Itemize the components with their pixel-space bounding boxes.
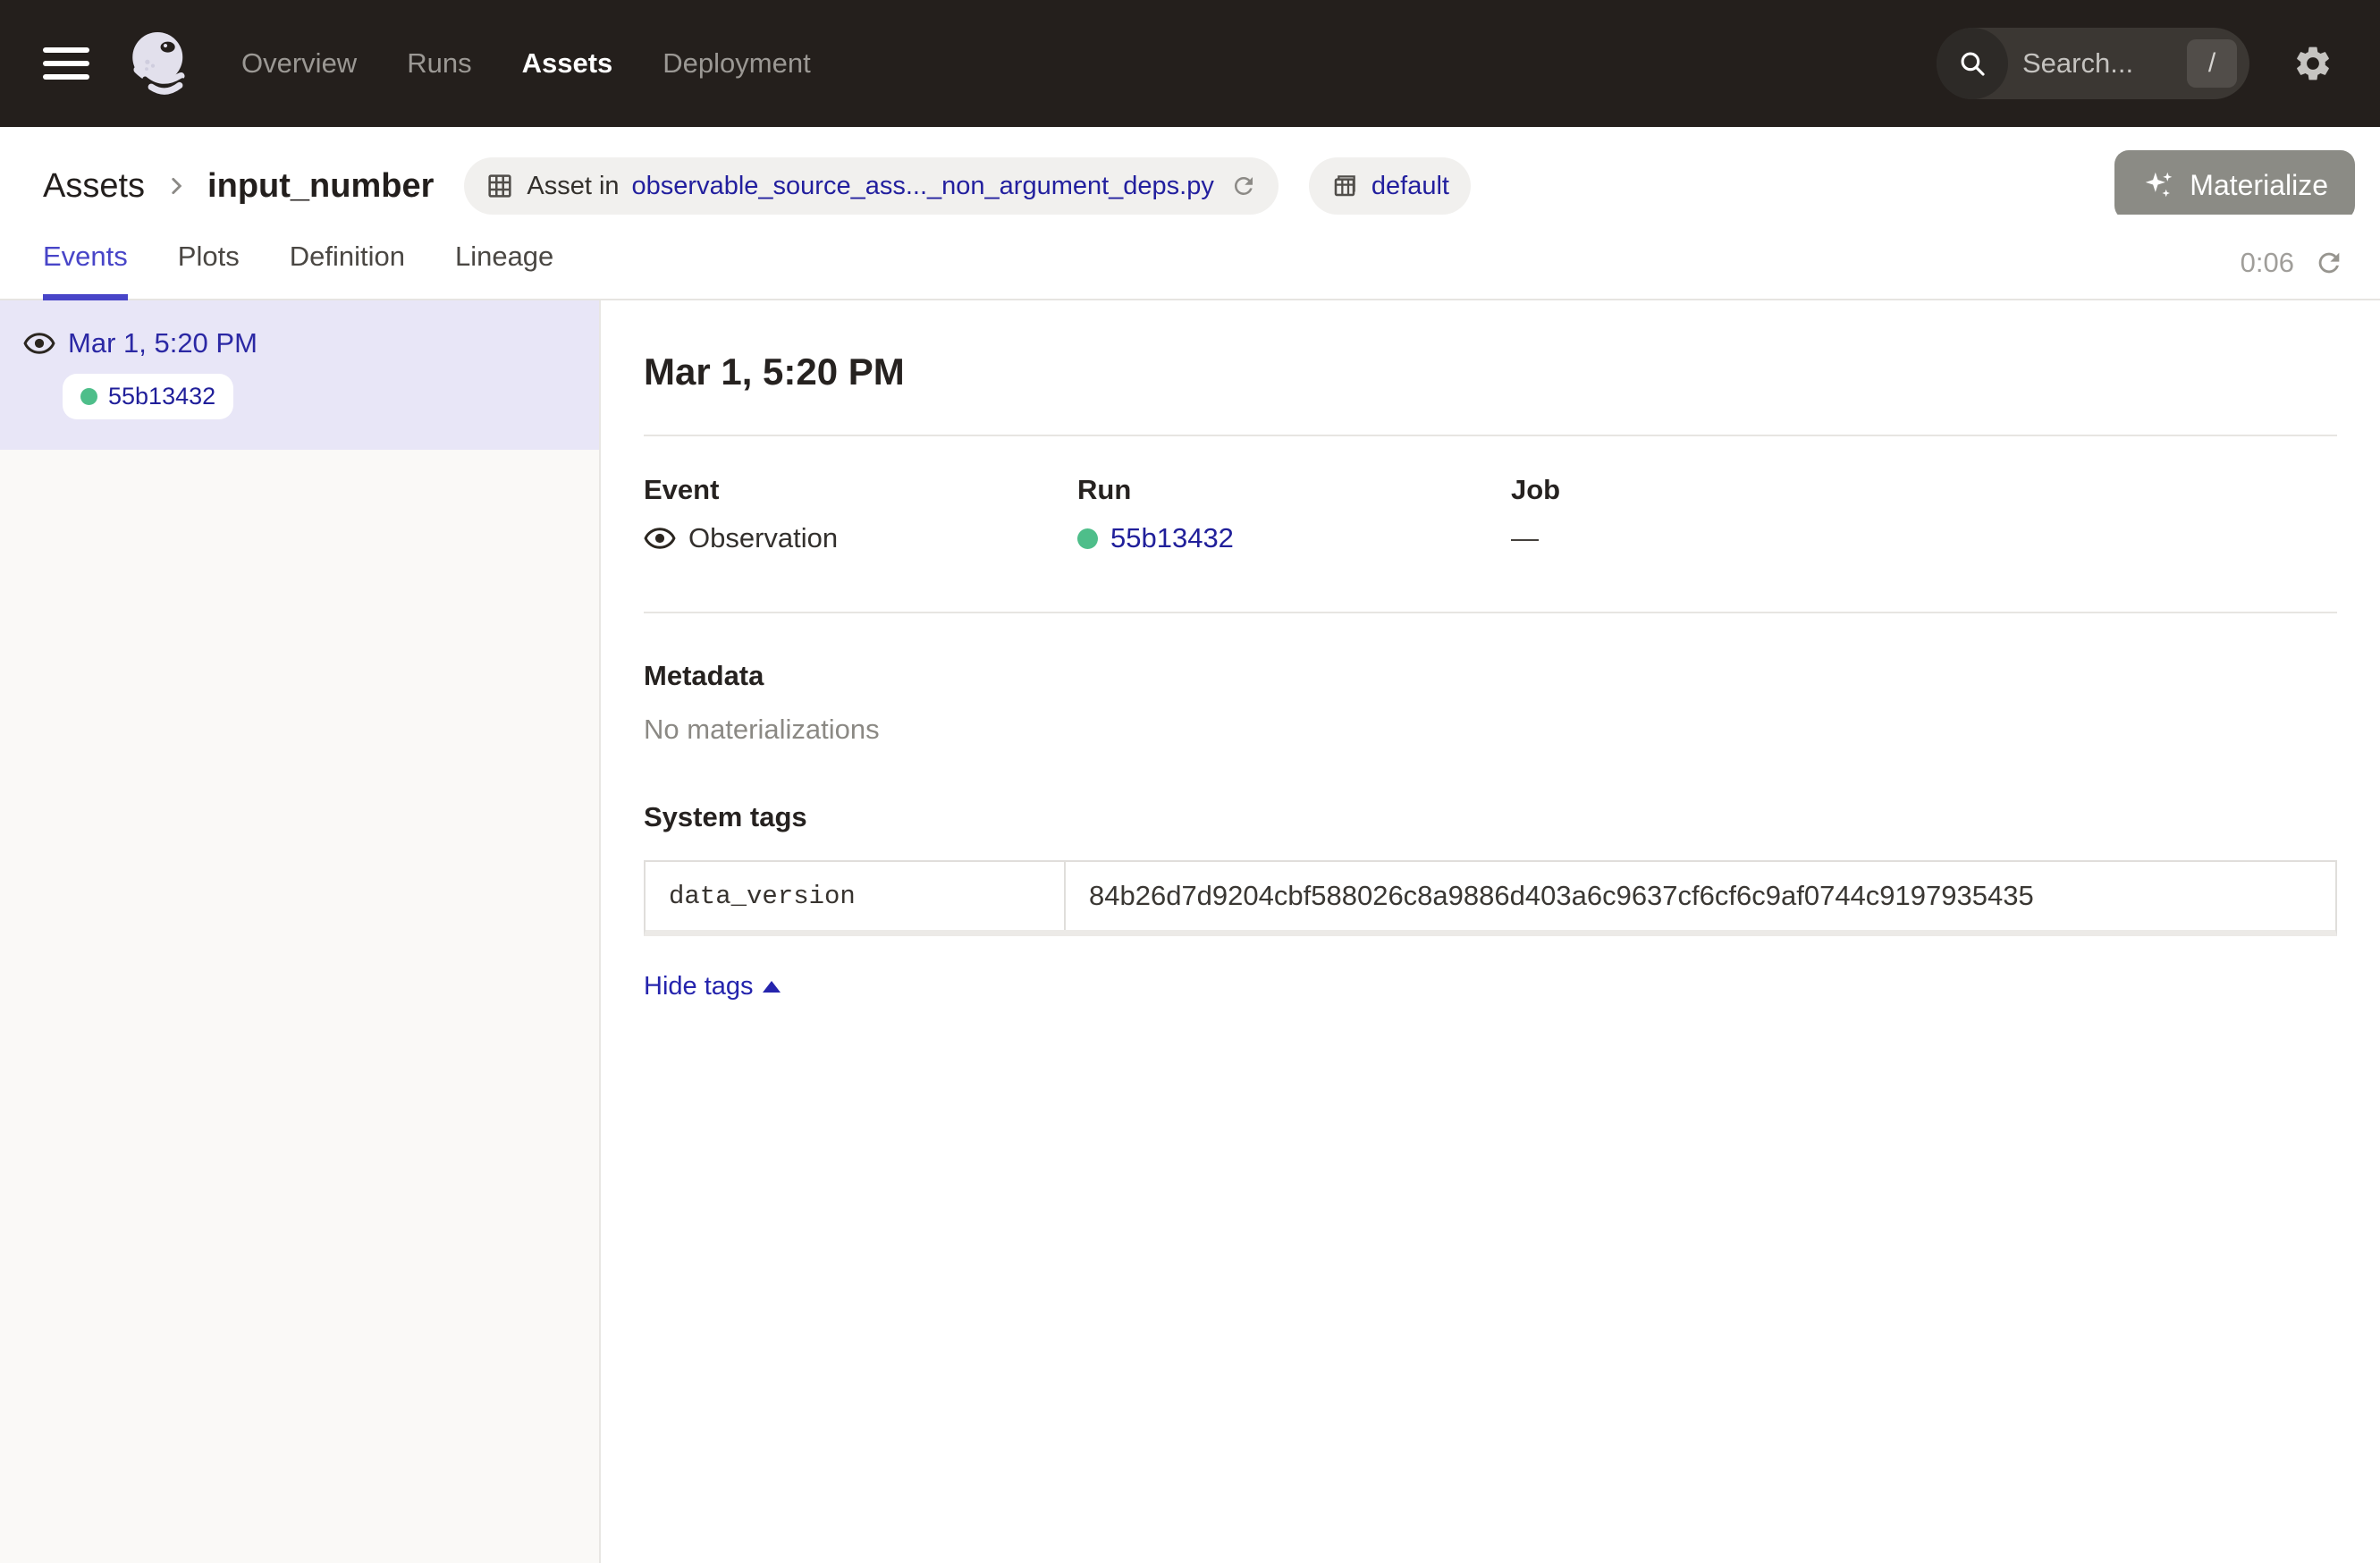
chevron-right-icon [165,174,188,198]
metadata-section: Metadata No materializations [644,660,2337,746]
hamburger-menu-icon[interactable] [43,47,89,80]
primary-nav: Overview Runs Assets Deployment [241,47,811,80]
eye-observation-icon [644,522,676,554]
breadcrumb: Assets input_number [43,167,434,206]
run-column-header: Run [1077,474,1511,506]
hide-tags-link[interactable]: Hide tags [644,972,781,1001]
event-run-chip[interactable]: 55b13432 [63,374,233,419]
top-nav: Overview Runs Assets Deployment / [0,0,2380,127]
job-column-header: Job [1511,474,2337,506]
event-type-value: Observation [688,522,838,554]
asset-name-title: input_number [207,167,434,206]
nav-assets[interactable]: Assets [522,47,613,80]
tag-key-cell: data_version [646,862,1066,930]
nav-overview[interactable]: Overview [241,47,357,80]
page-header: Assets input_number Asset in observable_… [0,127,2380,215]
asset-location-prefix: Asset in [527,172,619,201]
event-column-header: Event [644,474,1077,506]
tag-value-cell: 84b26d7d9204cbf588026c8a9886d403a6c9637c… [1066,862,2335,930]
tab-definition[interactable]: Definition [290,215,405,299]
event-list-sidebar: Mar 1, 5:20 PM 55b13432 [0,300,601,1563]
run-column: Run 55b13432 [1077,474,1511,554]
materialize-label: Materialize [2190,169,2328,202]
reload-location-icon[interactable] [1230,173,1257,199]
run-status-dot [1077,528,1098,549]
system-tags-title: System tags [644,801,2337,833]
repo-icon [1330,172,1359,200]
asset-tabs-row: Events Plots Definition Lineage 0:06 [0,215,2380,300]
nav-runs[interactable]: Runs [407,47,471,80]
breadcrumb-assets-link[interactable]: Assets [43,167,145,206]
run-status-dot [80,388,97,405]
code-location-link[interactable]: observable_source_ass..._non_argument_de… [632,172,1214,201]
nav-deployment[interactable]: Deployment [663,47,810,80]
run-id-label: 55b13432 [108,383,215,410]
event-list-item-selected[interactable]: Mar 1, 5:20 PM 55b13432 [0,300,599,450]
tab-lineage[interactable]: Lineage [455,215,553,299]
system-tags-table: data_version 84b26d7d9204cbf588026c8a988… [644,860,2337,936]
event-timestamp: Mar 1, 5:20 PM [68,327,257,359]
tab-events[interactable]: Events [43,215,128,299]
refresh-countdown: 0:06 [2241,247,2294,279]
sparkle-icon [2141,168,2175,202]
event-column: Event Observation [644,474,1077,554]
refresh-icon[interactable] [2314,248,2344,278]
metadata-title: Metadata [644,660,2337,692]
event-detail-panel: Mar 1, 5:20 PM Event Observation Run 55b… [601,300,2380,1563]
system-tags-section: System tags data_version 84b26d7d9204cbf… [644,801,2337,1001]
asset-location-pill: Asset in observable_source_ass..._non_ar… [464,157,1279,215]
materialize-button[interactable]: Materialize [2114,150,2355,220]
metadata-empty-note: No materializations [644,714,2337,746]
hide-tags-label: Hide tags [644,972,754,1001]
search-shortcut-key: / [2187,39,2237,88]
dagster-logo[interactable] [122,26,197,101]
tab-plots[interactable]: Plots [178,215,240,299]
job-empty-value: — [1511,522,1539,554]
search-icon [1937,28,2008,99]
repo-name-link[interactable]: default [1371,172,1449,201]
search-box[interactable]: / [1937,28,2249,99]
repo-pill[interactable]: default [1309,157,1471,215]
run-id-link[interactable]: 55b13432 [1110,522,1234,554]
job-column: Job — [1511,474,2337,554]
caret-up-icon [763,981,781,993]
search-input[interactable] [2008,47,2187,80]
table-grid-icon [485,172,514,200]
event-detail-title: Mar 1, 5:20 PM [644,351,2337,393]
settings-gear-icon[interactable] [2292,43,2334,84]
eye-observation-icon [23,327,55,359]
